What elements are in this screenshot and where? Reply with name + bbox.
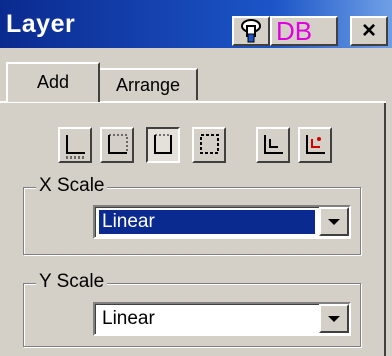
pin-icon (241, 19, 261, 43)
inset-plot-icon (264, 135, 283, 154)
svg-text:DB: DB (276, 18, 312, 44)
axis-box-dotted-button[interactable] (100, 127, 134, 163)
inset-plot-red-icon (306, 135, 325, 154)
y-scale-value: Linear (102, 308, 155, 329)
axis-box-solid-button[interactable] (192, 127, 226, 163)
axis-box-dotted-icon (108, 134, 128, 154)
title-bar: Layer DB × (0, 0, 392, 48)
y-scale-label: Y Scale (36, 271, 108, 293)
pin-button[interactable] (232, 16, 270, 46)
close-button[interactable]: × (350, 16, 388, 46)
axis-u-shape-button[interactable] (146, 127, 180, 163)
x-scale-label: X Scale (36, 175, 108, 197)
axis-box-solid-icon (200, 134, 219, 154)
add-inset-red-button[interactable] (298, 127, 332, 163)
axis-u-shape-icon (154, 134, 172, 154)
axis-bottom-left-icon (66, 135, 85, 159)
y-scale-group: Y Scale Linear (23, 271, 361, 347)
x-scale-group: X Scale Linear (23, 175, 361, 255)
add-inset-button[interactable] (256, 127, 290, 163)
axis-bottom-left-button[interactable] (58, 127, 92, 163)
x-scale-dropdown-arrow-icon[interactable] (319, 207, 349, 236)
db-icon: DB (276, 18, 312, 44)
tab-add[interactable]: Add (6, 62, 100, 102)
tab-arrange[interactable]: Arrange (98, 68, 198, 100)
x-scale-select[interactable]: Linear (93, 205, 351, 239)
tab-add-label: Add (36, 72, 70, 92)
close-icon: × (361, 17, 376, 44)
y-scale-dropdown-arrow-icon[interactable] (319, 304, 349, 333)
y-scale-select[interactable]: Linear (93, 302, 351, 336)
db-button[interactable]: DB (270, 16, 338, 46)
tab-arrange-label: Arrange (115, 75, 181, 95)
tab-strip: Add Arrange (0, 62, 392, 102)
window-title: Layer (6, 10, 76, 38)
x-scale-value: Linear (99, 210, 315, 234)
